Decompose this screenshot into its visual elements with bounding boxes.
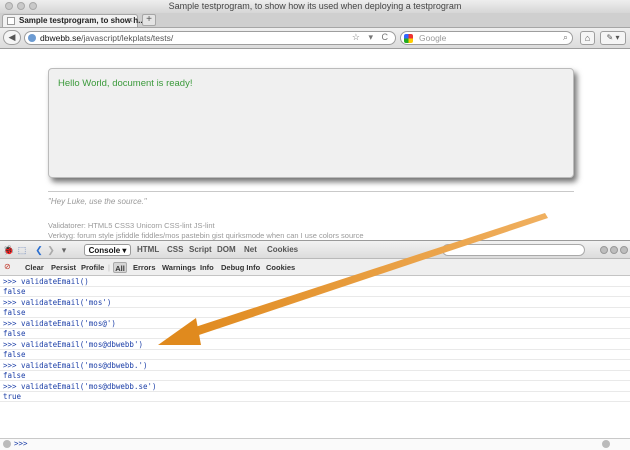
url-text[interactable]: dbwebb.se/javascript/lekplats/tests/ — [40, 33, 173, 43]
page-favicon-icon — [7, 17, 15, 25]
tab-active[interactable]: Sample testprogram, to show h... × — [2, 14, 145, 27]
home-button[interactable]: ⌂ — [580, 31, 595, 45]
search-icon[interactable]: ⌕ — [563, 32, 568, 43]
tab-css[interactable]: CSS — [167, 244, 183, 256]
toolbar-separator: | — [108, 263, 110, 272]
ready-message: Hello World, document is ready! — [58, 78, 193, 89]
console-line: >>> validateEmail('mos@dbwebb') — [0, 340, 630, 350]
console-line: false — [0, 329, 630, 339]
console-line: false — [0, 371, 630, 381]
persist-button[interactable]: Persist — [51, 262, 76, 273]
tab-html[interactable]: HTML — [137, 244, 159, 256]
firebug-search-input[interactable]: ⌕ — [442, 244, 585, 256]
tab-strip: Sample testprogram, to show h... × + — [0, 13, 630, 28]
firebug-back-icon[interactable]: ❮ — [34, 244, 44, 256]
url-path: /javascript/lekplats/tests/ — [81, 33, 174, 43]
filter-info[interactable]: Info — [200, 262, 214, 273]
firebug-forward-icon[interactable]: ❯ — [46, 244, 56, 256]
panel-list-icon[interactable]: ▾ — [61, 244, 67, 256]
tab-net[interactable]: Net — [244, 244, 257, 256]
url-bar[interactable]: dbwebb.se/javascript/lekplats/tests/ ☆ ▾… — [24, 31, 396, 45]
command-line-icon — [3, 440, 11, 448]
firebug-close-icon[interactable] — [620, 246, 628, 254]
validator-links[interactable]: Validatorer: HTML5 CSS3 Unicorn CSS-lint… — [48, 221, 215, 230]
filter-errors[interactable]: Errors — [133, 262, 156, 273]
tab-script[interactable]: Script — [189, 244, 212, 256]
tab-title: Sample testprogram, to show h... — [19, 16, 145, 25]
command-prompt[interactable]: >>> — [14, 439, 28, 448]
console-line: >>> validateEmail('mos@dbwebb.') — [0, 361, 630, 371]
console-line: false — [0, 287, 630, 297]
url-host: dbwebb.se — [40, 33, 82, 43]
new-tab-button[interactable]: + — [142, 14, 156, 26]
site-identity-icon[interactable] — [28, 34, 36, 42]
navigation-bar: ◀ dbwebb.se/javascript/lekplats/tests/ ☆… — [0, 28, 630, 49]
filter-all[interactable]: All — [113, 262, 127, 273]
profile-button[interactable]: Profile — [81, 262, 104, 273]
console-command-line[interactable]: >>> — [0, 438, 630, 450]
tab-dom[interactable]: DOM — [217, 244, 236, 256]
bookmark-reload-icons[interactable]: ☆ ▾ C — [352, 32, 391, 43]
divider — [48, 191, 574, 192]
console-output[interactable]: >>> validateEmail() false >>> validateEm… — [0, 276, 630, 438]
firebug-menu-icon[interactable]: 🐞 — [3, 244, 14, 256]
console-line: >>> validateEmail('mos@dbwebb.se') — [0, 382, 630, 392]
filter-debug-info[interactable]: Debug Info — [221, 262, 260, 273]
back-button[interactable]: ◀ — [3, 30, 21, 45]
search-bar[interactable]: Google ⌕ — [400, 31, 573, 45]
tools-menu-button[interactable]: ✎ ▾ — [600, 31, 626, 45]
console-line: false — [0, 308, 630, 318]
ready-message-box: Hello World, document is ready! — [48, 68, 574, 178]
console-line: >>> validateEmail('mos@') — [0, 319, 630, 329]
search-icon: ⌕ — [446, 245, 451, 254]
firebug-toolbar: 🐞 ⬚ ❮ ❯ ▾ Console ▾ HTML CSS Script DOM … — [0, 240, 630, 259]
clear-console-icon[interactable]: ⊘ — [4, 262, 14, 272]
tab-console[interactable]: Console ▾ — [84, 244, 131, 256]
footer-quote: "Hey Luke, use the source." — [48, 197, 147, 206]
console-line: >>> validateEmail() — [0, 277, 630, 287]
page-content: Hello World, document is ready! "Hey Luk… — [0, 49, 630, 240]
filter-cookies[interactable]: Cookies — [266, 262, 295, 273]
tab-close-icon[interactable]: × — [128, 15, 133, 25]
firebug-minimize-icon[interactable] — [600, 246, 608, 254]
expand-command-editor-icon[interactable] — [602, 440, 610, 448]
filter-warnings[interactable]: Warnings — [162, 262, 196, 273]
tool-links[interactable]: Verktyg: forum style jsfiddle fiddles/mo… — [48, 231, 364, 240]
inspect-element-icon[interactable]: ⬚ — [16, 244, 28, 256]
console-line: >>> validateEmail('mos') — [0, 298, 630, 308]
window-titlebar: Sample testprogram, to show how its used… — [0, 0, 630, 14]
clear-button[interactable]: Clear — [25, 262, 44, 273]
console-toolbar: ⊘ Clear Persist Profile | All Errors War… — [0, 259, 630, 276]
window-title: Sample testprogram, to show how its used… — [168, 1, 462, 11]
console-line: true — [0, 392, 630, 402]
console-line: false — [0, 350, 630, 360]
firebug-detach-icon[interactable] — [610, 246, 618, 254]
tab-cookies[interactable]: Cookies — [267, 244, 298, 256]
google-engine-icon[interactable] — [404, 34, 413, 43]
search-placeholder: Google — [419, 33, 447, 43]
